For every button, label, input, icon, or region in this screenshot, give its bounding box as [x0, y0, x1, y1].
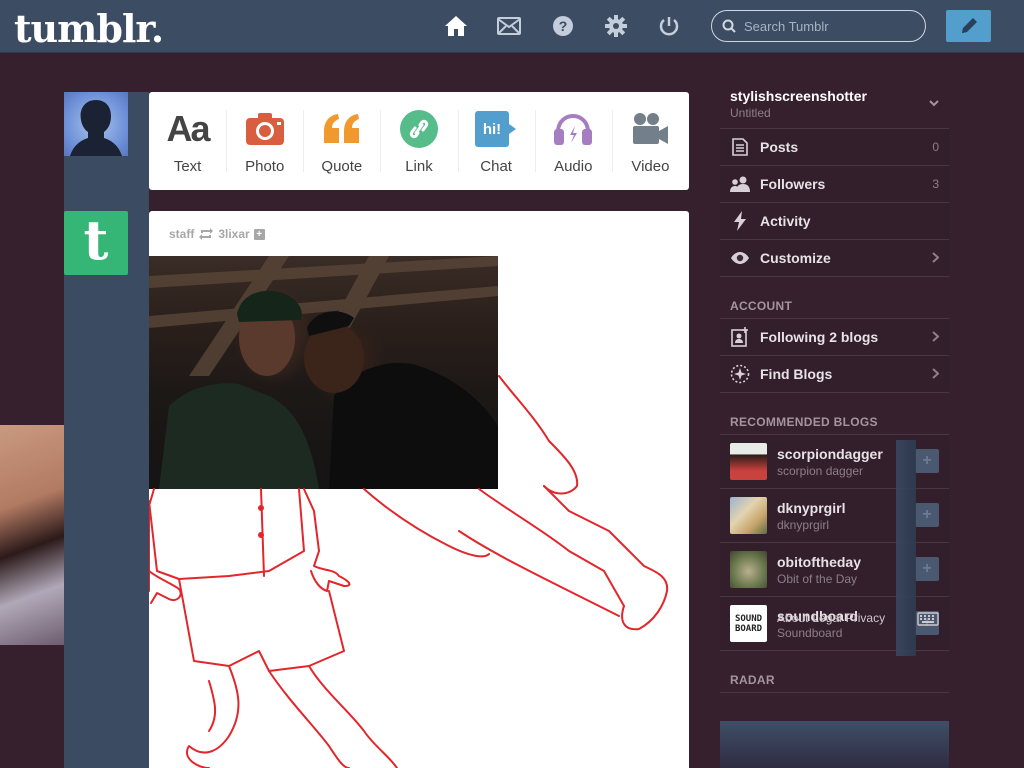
headphones-icon	[553, 110, 593, 148]
sidebar-item-label: Posts	[760, 139, 799, 155]
post-type-bar: Aa Text Photo Quote Link hi! Chat Audio	[149, 92, 689, 190]
chevron-right-icon	[932, 331, 939, 342]
camera-icon	[245, 110, 284, 148]
sidebar-item-posts[interactable]: Posts 0	[720, 129, 949, 166]
post-type-label: Chat	[480, 158, 512, 175]
compass-icon	[730, 364, 750, 384]
blog-avatar	[730, 551, 767, 588]
tumblr-logo[interactable]: tumblr.	[14, 6, 164, 51]
user-avatar[interactable]	[64, 92, 128, 156]
background-photo	[0, 425, 64, 645]
post-type-label: Quote	[321, 158, 363, 175]
link-icon	[399, 110, 438, 148]
blog-title: Obit of the Day	[777, 571, 858, 586]
posts-count: 0	[932, 140, 939, 154]
blog-name: stylishscreenshotter	[730, 88, 867, 104]
blog-name: dknyprgirl	[777, 499, 846, 516]
post-type-photo[interactable]: Photo	[226, 92, 303, 190]
soundboard-logo: SOUND BOARD	[734, 613, 763, 634]
text-icon: Aa	[166, 108, 211, 149]
video-camera-icon	[631, 110, 669, 148]
post-type-label: Audio	[554, 158, 593, 175]
chevron-down-icon	[929, 100, 939, 107]
dashboard-post: staff 3lixar +	[149, 211, 689, 768]
keyboard-icon[interactable]	[917, 612, 939, 626]
blog-switcher[interactable]: stylishscreenshotter Untitled	[720, 81, 949, 129]
mail-icon[interactable]	[496, 13, 522, 39]
post-type-label: Text	[173, 158, 202, 175]
quote-icon	[322, 110, 362, 148]
top-header: tumblr. ?	[0, 0, 1024, 53]
sidebar-item-following[interactable]: Following 2 blogs	[720, 319, 949, 356]
search-input[interactable]	[744, 18, 914, 34]
footer-link-legal[interactable]: Legal	[812, 611, 841, 625]
footer-link-about[interactable]: About	[777, 611, 808, 625]
sidebar-item-activity[interactable]: Activity	[720, 203, 949, 240]
staff-avatar[interactable]: t	[64, 208, 128, 275]
follow-blog-button[interactable]: +	[915, 557, 939, 581]
sidebar-item-label: Activity	[760, 213, 811, 229]
blog-title: Soundboard	[777, 625, 843, 640]
blog-title: scorpion dagger	[777, 463, 864, 478]
post-type-link[interactable]: Link	[380, 92, 457, 190]
left-rail	[64, 92, 128, 768]
chat-icon: hi!	[475, 110, 517, 148]
followers-count: 3	[932, 177, 939, 191]
footer-link-privacy[interactable]: Privacy	[846, 611, 885, 625]
sidebar-item-find-blogs[interactable]: Find Blogs	[720, 356, 949, 393]
blog-name: scorpiondagger	[777, 445, 883, 462]
search-box[interactable]	[711, 10, 926, 42]
chevron-right-icon	[932, 252, 939, 263]
blog-avatar	[730, 443, 767, 480]
blog-subtitle: Untitled	[730, 106, 771, 120]
follow-blog-button[interactable]: +	[915, 503, 939, 527]
post-type-chat[interactable]: hi! Chat	[457, 92, 535, 190]
chevron-right-icon	[932, 368, 939, 379]
search-icon	[722, 19, 736, 33]
post-type-label: Link	[405, 158, 433, 175]
follow-blog-button[interactable]: +	[915, 449, 939, 473]
rail-connector	[128, 92, 149, 768]
blog-avatar	[730, 497, 767, 534]
post-type-audio[interactable]: Audio	[534, 92, 612, 190]
scroll-overlay-panel	[896, 440, 916, 656]
tumblr-t-icon: t	[83, 208, 109, 272]
blog-avatar: SOUND BOARD	[730, 605, 767, 642]
account-heading: ACCOUNT	[720, 295, 949, 319]
power-icon[interactable]	[656, 13, 682, 39]
radar-post-preview[interactable]	[720, 721, 949, 768]
post-type-quote[interactable]: Quote	[303, 92, 380, 190]
sidebar-item-label: Find Blogs	[760, 366, 833, 382]
blog-name: obitoftheday	[777, 553, 861, 570]
post-type-video[interactable]: Video	[611, 92, 689, 190]
help-icon[interactable]: ?	[550, 13, 576, 39]
sidebar-item-label: Following 2 blogs	[760, 329, 879, 345]
red-doodle-drawing	[149, 375, 669, 768]
home-icon[interactable]	[443, 13, 469, 39]
svg-text:hi!: hi!	[483, 121, 501, 138]
post-type-text[interactable]: Aa Text	[149, 92, 226, 190]
people-icon	[730, 174, 750, 194]
svg-text:?: ?	[559, 18, 568, 34]
following-icon	[730, 327, 750, 347]
sidebar-item-label: Customize	[760, 250, 831, 266]
pencil-icon	[961, 18, 977, 33]
post-type-label: Video	[631, 158, 670, 175]
radar-heading: RADAR	[720, 669, 949, 693]
gear-icon[interactable]	[603, 13, 629, 39]
compose-button[interactable]	[946, 10, 991, 42]
document-icon	[730, 137, 750, 157]
sidebar-item-label: Followers	[760, 176, 826, 192]
eye-icon	[730, 248, 750, 268]
lightning-icon	[730, 211, 750, 231]
blog-title: dknyprgirl	[777, 517, 830, 532]
footer-links: About Legal Privacy	[777, 611, 885, 625]
recommended-heading: RECOMMENDED BLOGS	[720, 411, 949, 435]
sidebar-item-customize[interactable]: Customize	[720, 240, 949, 277]
sidebar-item-followers[interactable]: Followers 3	[720, 166, 949, 203]
post-type-label: Photo	[245, 158, 285, 175]
